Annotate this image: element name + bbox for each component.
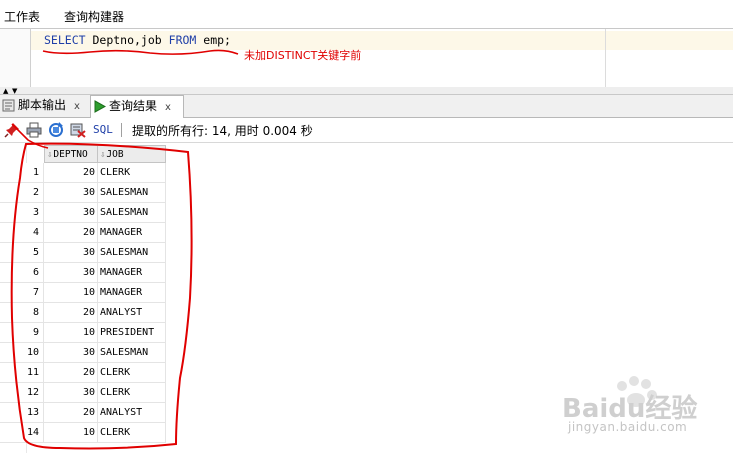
tab-query-result-label: 查询结果	[109, 99, 158, 113]
tab-script-output-label: 脚本输出	[18, 98, 67, 112]
fetch-status-text: 提取的所有行: 14, 用时 0.004 秒	[132, 124, 313, 138]
watermark-url: jingyan.baidu.com	[568, 420, 688, 434]
script-output-icon	[2, 99, 15, 112]
run-triangle-icon	[94, 100, 106, 113]
sql-editor[interactable]: SELECT Deptno,job FROM emp; 未加DISTINCT关键…	[0, 29, 733, 88]
cancel-query-icon[interactable]	[70, 122, 86, 138]
red-underline-annotation	[42, 49, 239, 55]
tab-query-builder[interactable]: 查询构建器	[60, 0, 128, 28]
close-icon[interactable]: x	[74, 101, 80, 112]
expand-down-icon[interactable]: ▼	[12, 88, 17, 95]
annotation-text: 未加DISTINCT关键字前	[244, 49, 362, 62]
right-margin-line	[605, 29, 606, 87]
tab-script-output[interactable]: 脚本输出 x	[2, 95, 88, 116]
collapse-up-icon[interactable]: ▲	[3, 88, 8, 95]
result-tab-bar: 脚本输出 x 查询结果 x	[0, 95, 733, 118]
editor-gutter	[0, 29, 31, 87]
close-icon[interactable]: x	[165, 102, 171, 113]
toolbar-separator	[121, 123, 122, 137]
tab-query-result[interactable]: 查询结果 x	[90, 95, 184, 118]
sql-link[interactable]: SQL	[93, 123, 113, 136]
red-pointer-stroke	[11, 123, 49, 149]
panel-splitter[interactable]: ▲ ▼	[0, 87, 733, 95]
tab-worksheet[interactable]: 工作表	[0, 0, 44, 28]
red-box-annotation	[10, 142, 193, 450]
worksheet-tab-bar: 工作表 查询构建器	[0, 0, 733, 29]
